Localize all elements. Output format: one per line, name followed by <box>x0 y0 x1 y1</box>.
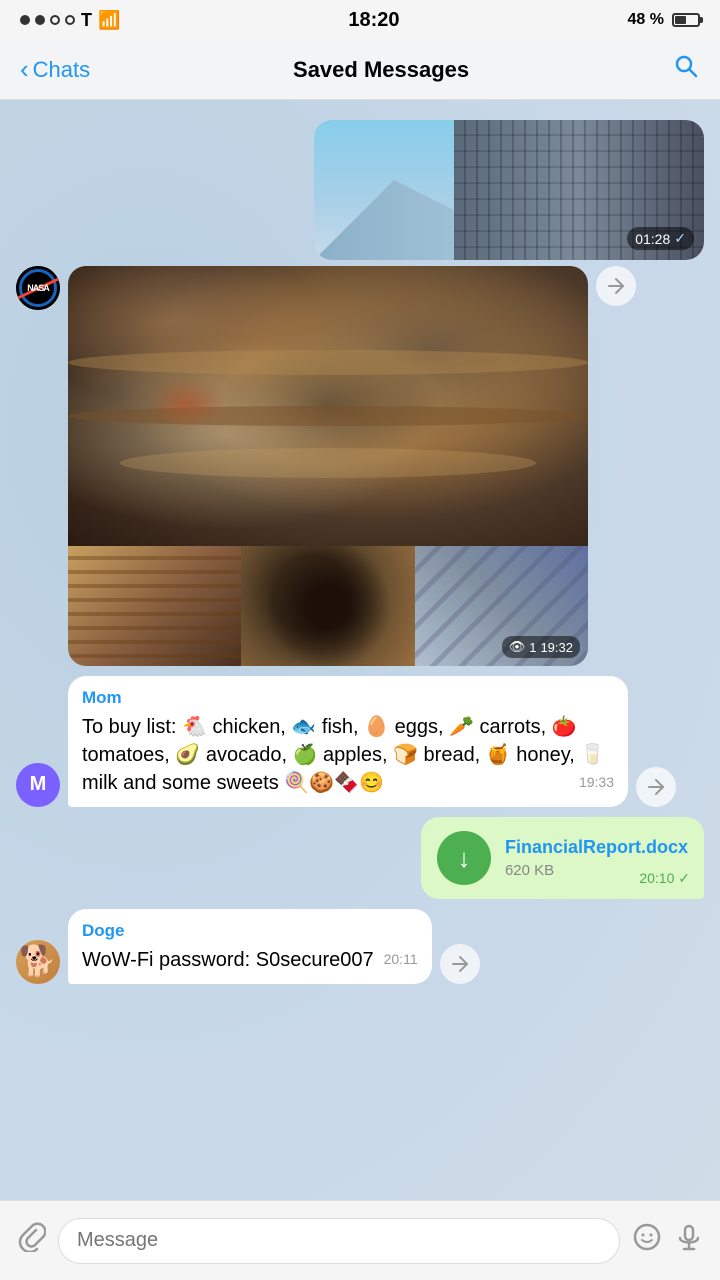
doge-sender-name: Doge <box>82 919 418 943</box>
jupiter-thumb-row: 👁 1 19:32 <box>68 546 588 666</box>
jupiter-thumb-3: 👁 1 19:32 <box>415 546 588 666</box>
building-photo-img: 01:28 ✓ <box>314 120 704 260</box>
file-download-icon[interactable]: ↓ <box>437 831 491 885</box>
battery-label: 48 % <box>628 11 664 29</box>
nav-bar: ‹ Chats Saved Messages <box>0 40 720 100</box>
search-button[interactable] <box>672 52 700 87</box>
doge-message-row: 🐕 Doge WoW-Fi password: S0secure007 20:1… <box>16 909 704 984</box>
mic-button[interactable] <box>674 1222 704 1259</box>
building-photo-bubble: 01:28 ✓ <box>314 120 704 260</box>
mom-forward-button[interactable] <box>636 767 676 807</box>
jupiter-main-photo <box>68 266 588 546</box>
view-count-badge: 👁 1 19:32 <box>502 636 580 658</box>
status-bar: T 📶 18:20 48 % <box>0 0 720 40</box>
attach-button[interactable] <box>16 1222 46 1259</box>
doge-message-time: 20:11 <box>384 950 418 970</box>
chat-area: 01:28 ✓ NASA <box>0 100 720 1200</box>
battery-icon <box>672 13 700 27</box>
doge-avatar: 🐕 <box>16 940 60 984</box>
wifi-icon: 📶 <box>98 10 120 31</box>
sticker-button[interactable] <box>632 1222 662 1259</box>
dot4 <box>65 15 75 25</box>
status-left: T 📶 <box>20 10 120 31</box>
message-input[interactable] <box>58 1218 620 1264</box>
input-bar <box>0 1200 720 1280</box>
nasa-text: NASA <box>27 283 49 293</box>
status-right: 48 % <box>628 11 700 29</box>
thumb-time: 19:32 <box>540 640 573 655</box>
file-message-row: ↓ FinancialReport.docx 620 KB 20:10 ✓ <box>16 817 704 899</box>
mom-avatar: M <box>16 763 60 807</box>
jupiter-forward-button[interactable] <box>596 266 636 306</box>
mom-message-time: 19:33 <box>579 773 614 793</box>
back-label[interactable]: Chats <box>33 57 90 83</box>
mom-message-text: To buy list: 🐔 chicken, 🐟 fish, 🥚 eggs, … <box>82 713 614 797</box>
photo-time-badge: 01:28 ✓ <box>627 227 694 250</box>
battery-fill <box>675 16 686 24</box>
view-count: 1 <box>529 640 536 655</box>
doge-bubble: Doge WoW-Fi password: S0secure007 20:11 <box>68 909 432 984</box>
jupiter-thumb-2 <box>241 546 414 666</box>
jupiter-photos-container: 👁 1 19:32 <box>68 266 588 666</box>
doge-text: WoW-Fi password: S0secure007 <box>82 949 374 971</box>
status-time: 18:20 <box>348 9 399 32</box>
page-title: Saved Messages <box>293 57 469 83</box>
signal-dots <box>20 15 75 25</box>
check-icon: ✓ <box>674 230 686 247</box>
eye-icon: 👁 <box>509 639 526 655</box>
chat-spacer <box>0 988 720 1078</box>
file-check-icon: ✓ <box>678 870 690 886</box>
file-time: 20:10 ✓ <box>639 869 690 889</box>
dot3 <box>50 15 60 25</box>
chevron-left-icon: ‹ <box>20 54 29 85</box>
jupiter-thumb-1 <box>68 546 241 666</box>
mom-text: To buy list: 🐔 chicken, 🐟 fish, 🥚 eggs, … <box>82 716 605 794</box>
photo-time: 01:28 <box>635 231 670 247</box>
mom-avatar-label: M <box>30 773 47 796</box>
nasa-avatar: NASA <box>16 266 60 310</box>
file-name: FinancialReport.docx <box>505 835 688 860</box>
jupiter-message-row: NASA <box>16 266 704 666</box>
mom-sender-name: Mom <box>82 686 614 710</box>
building-photo-message: 01:28 ✓ <box>16 120 704 260</box>
back-button[interactable]: ‹ Chats <box>20 54 90 85</box>
mom-bubble: Mom To buy list: 🐔 chicken, 🐟 fish, 🥚 eg… <box>68 676 628 807</box>
mom-message-row: M Mom To buy list: 🐔 chicken, 🐟 fish, 🥚 … <box>16 676 704 807</box>
doge-forward-button[interactable] <box>440 944 480 984</box>
carrier-label: T <box>81 10 92 31</box>
doge-message-text: WoW-Fi password: S0secure007 20:11 <box>82 946 418 974</box>
dot2 <box>35 15 45 25</box>
dot1 <box>20 15 30 25</box>
doge-emoji: 🐕 <box>19 944 56 979</box>
nasa-logo: NASA <box>16 266 60 310</box>
file-bubble: ↓ FinancialReport.docx 620 KB 20:10 ✓ <box>421 817 704 899</box>
